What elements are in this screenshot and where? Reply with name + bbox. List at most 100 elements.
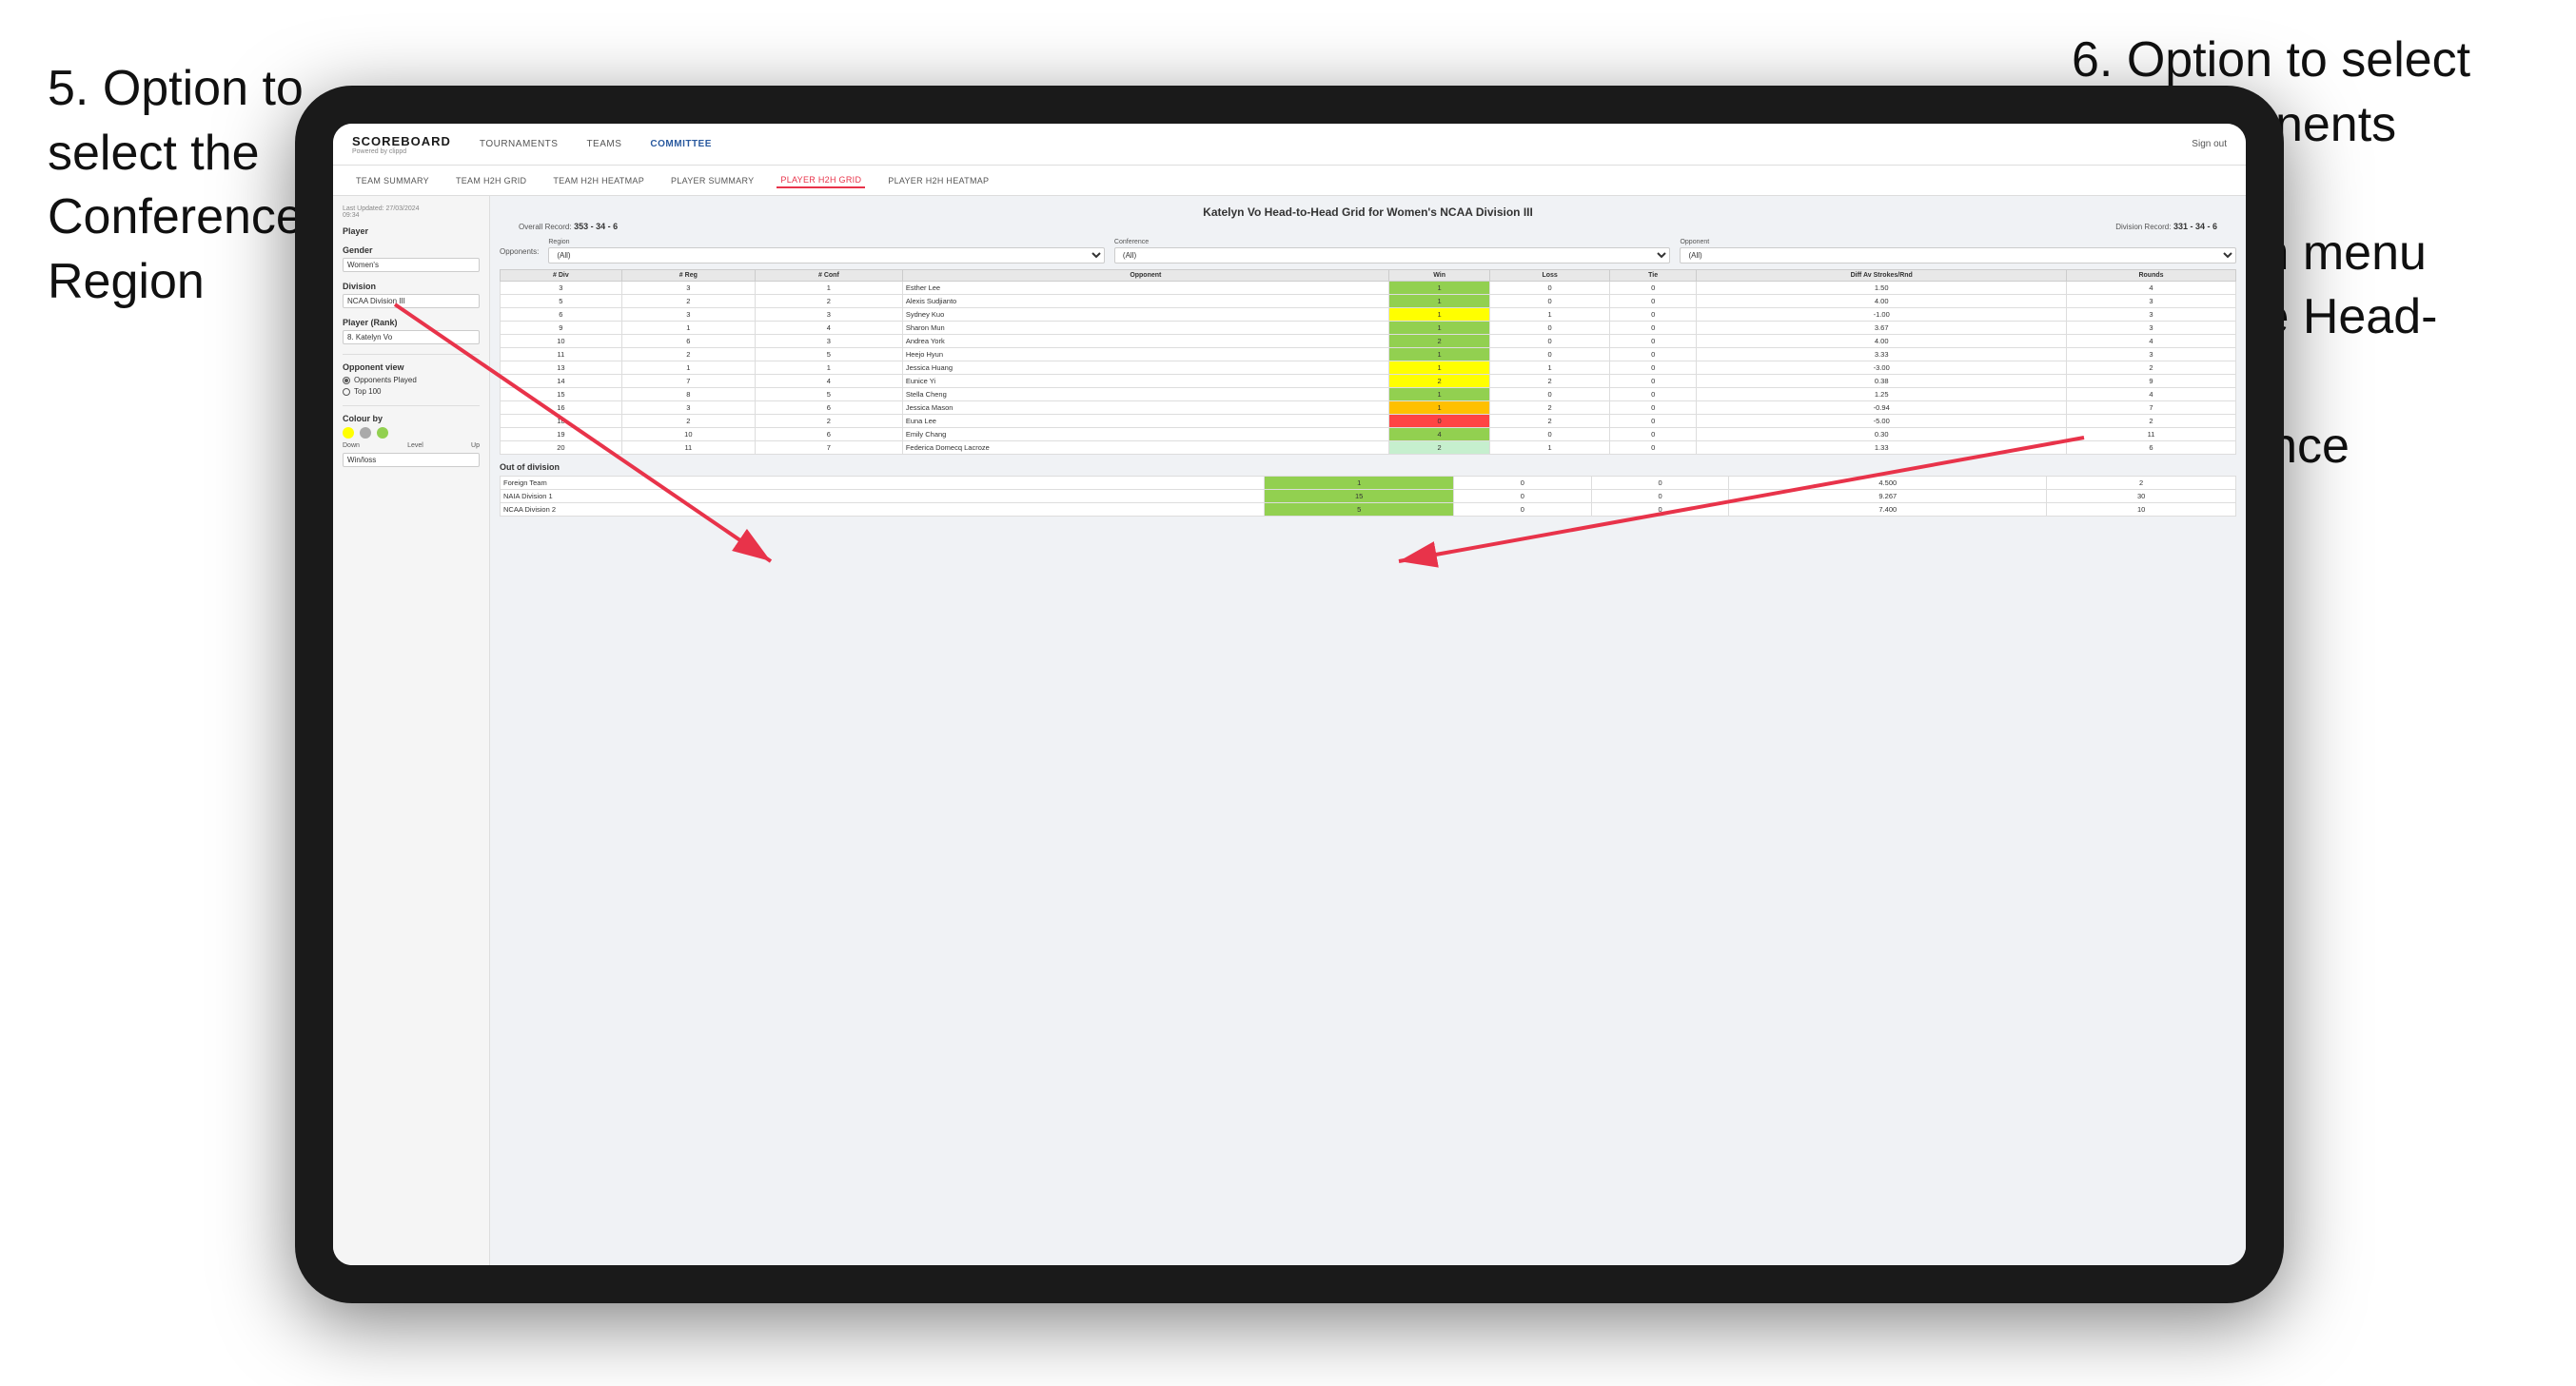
cell-loss: 1 (1490, 441, 1610, 455)
filter-row: Opponents: Region (All) Conference (All) (500, 239, 2236, 264)
cell-div: 3 (501, 282, 622, 295)
subnav-team-h2h-grid[interactable]: TEAM H2H GRID (452, 174, 530, 187)
ood-cell-rounds: 30 (2047, 490, 2236, 503)
cell-loss: 0 (1490, 295, 1610, 308)
ood-cell-loss: 0 (1454, 490, 1592, 503)
nav-tournaments[interactable]: TOURNAMENTS (480, 137, 559, 151)
cell-win: 1 (1388, 308, 1489, 322)
cell-div: 16 (501, 401, 622, 415)
opponent-filter: Opponent (All) (1680, 239, 2236, 264)
division-record: Division Record: 331 - 34 - 6 (2115, 222, 2217, 231)
subnav-player-h2h-grid[interactable]: PLAYER H2H GRID (777, 173, 865, 188)
ood-cell-tie: 0 (1591, 503, 1729, 517)
legend-dot-yellow (343, 427, 354, 439)
cell-div: 13 (501, 361, 622, 375)
player-section: Player (343, 226, 480, 236)
cell-win: 1 (1388, 322, 1489, 335)
cell-rounds: 9 (2067, 375, 2236, 388)
cell-diff: -1.00 (1697, 308, 2067, 322)
cell-reg: 11 (621, 441, 755, 455)
opponent-view-title: Opponent view (343, 362, 480, 372)
table-row: 5 2 2 Alexis Sudjianto 1 0 0 4.00 3 (501, 295, 2236, 308)
radio-top100[interactable]: Top 100 (343, 387, 480, 396)
cell-win: 0 (1388, 415, 1489, 428)
cell-reg: 3 (621, 282, 755, 295)
cell-reg: 7 (621, 375, 755, 388)
col-div: # Div (501, 270, 622, 282)
cell-diff: -3.00 (1697, 361, 2067, 375)
cell-opponent: Sydney Kuo (902, 308, 1388, 322)
cell-tie: 0 (1609, 428, 1696, 441)
cell-loss: 2 (1490, 401, 1610, 415)
radio-dot-top100 (343, 388, 350, 396)
cell-tie: 0 (1609, 415, 1696, 428)
cell-conf: 6 (755, 428, 902, 441)
subnav-player-h2h-heatmap[interactable]: PLAYER H2H HEATMAP (884, 174, 993, 187)
nav-teams[interactable]: TEAMS (586, 137, 621, 151)
grid-area: Katelyn Vo Head-to-Head Grid for Women's… (490, 196, 2246, 1265)
app-header: SCOREBOARD Powered by clippd TOURNAMENTS… (333, 124, 2246, 166)
cell-rounds: 3 (2067, 308, 2236, 322)
cell-reg: 2 (621, 295, 755, 308)
sign-out-link[interactable]: Sign out (2192, 139, 2227, 149)
cell-diff: 4.00 (1697, 295, 2067, 308)
legend-dot-gray (360, 427, 371, 439)
table-row: 3 3 1 Esther Lee 1 0 0 1.50 4 (501, 282, 2236, 295)
cell-tie: 0 (1609, 348, 1696, 361)
cell-conf: 5 (755, 388, 902, 401)
colour-by-select[interactable]: Win/loss (343, 453, 480, 467)
cell-tie: 0 (1609, 441, 1696, 455)
cell-loss: 0 (1490, 388, 1610, 401)
cell-opponent: Heejo Hyun (902, 348, 1388, 361)
cell-diff: 0.38 (1697, 375, 2067, 388)
cell-rounds: 3 (2067, 322, 2236, 335)
cell-win: 1 (1388, 295, 1489, 308)
cell-opponent: Andrea York (902, 335, 1388, 348)
cell-conf: 2 (755, 295, 902, 308)
colour-by-section: Colour by Down Level Up Win/loss (343, 414, 480, 467)
table-row: 19 10 6 Emily Chang 4 0 0 0.30 11 (501, 428, 2236, 441)
cell-tie: 0 (1609, 282, 1696, 295)
cell-div: 14 (501, 375, 622, 388)
gender-select[interactable]: Women's (343, 258, 480, 272)
cell-opponent: Alexis Sudjianto (902, 295, 1388, 308)
opponent-select[interactable]: (All) (1680, 247, 2236, 264)
cell-conf: 3 (755, 308, 902, 322)
table-row: 15 8 5 Stella Cheng 1 0 0 1.25 4 (501, 388, 2236, 401)
ood-cell-tie: 0 (1591, 490, 1729, 503)
cell-opponent: Jessica Mason (902, 401, 1388, 415)
opponent-view-radio-group: Opponents Played Top 100 (343, 376, 480, 396)
table-row: 18 2 2 Euna Lee 0 2 0 -5.00 2 (501, 415, 2236, 428)
cell-opponent: Eunice Yi (902, 375, 1388, 388)
ood-cell-rounds: 10 (2047, 503, 2236, 517)
sidebar: Last Updated: 27/03/2024 09:34 Player Ge… (333, 196, 490, 1265)
cell-tie: 0 (1609, 361, 1696, 375)
cell-loss: 2 (1490, 415, 1610, 428)
cell-diff: 3.33 (1697, 348, 2067, 361)
ood-table-row: NAIA Division 1 15 0 0 9.267 30 (501, 490, 2236, 503)
cell-div: 5 (501, 295, 622, 308)
cell-div: 19 (501, 428, 622, 441)
subnav-team-summary[interactable]: TEAM SUMMARY (352, 174, 433, 187)
subnav-player-summary[interactable]: PLAYER SUMMARY (667, 174, 757, 187)
division-label: Division (343, 282, 480, 291)
conference-select[interactable]: (All) (1114, 247, 1671, 264)
cell-diff: 1.33 (1697, 441, 2067, 455)
col-reg: # Reg (621, 270, 755, 282)
ood-cell-diff: 9.267 (1729, 490, 2047, 503)
player-rank-select[interactable]: 8. Katelyn Vo (343, 330, 480, 344)
table-row: 14 7 4 Eunice Yi 2 2 0 0.38 9 (501, 375, 2236, 388)
subnav-team-h2h-heatmap[interactable]: TEAM H2H HEATMAP (549, 174, 648, 187)
tablet-screen: SCOREBOARD Powered by clippd TOURNAMENTS… (333, 124, 2246, 1265)
region-select[interactable]: (All) (548, 247, 1105, 264)
radio-dot-opponents (343, 377, 350, 384)
division-select[interactable]: NCAA Division III (343, 294, 480, 308)
cell-div: 15 (501, 388, 622, 401)
table-row: 9 1 4 Sharon Mun 1 0 0 3.67 3 (501, 322, 2236, 335)
cell-reg: 1 (621, 361, 755, 375)
cell-conf: 6 (755, 401, 902, 415)
nav-committee[interactable]: COMMITTEE (650, 137, 712, 151)
radio-opponents-played[interactable]: Opponents Played (343, 376, 480, 384)
cell-diff: 0.30 (1697, 428, 2067, 441)
cell-opponent: Esther Lee (902, 282, 1388, 295)
